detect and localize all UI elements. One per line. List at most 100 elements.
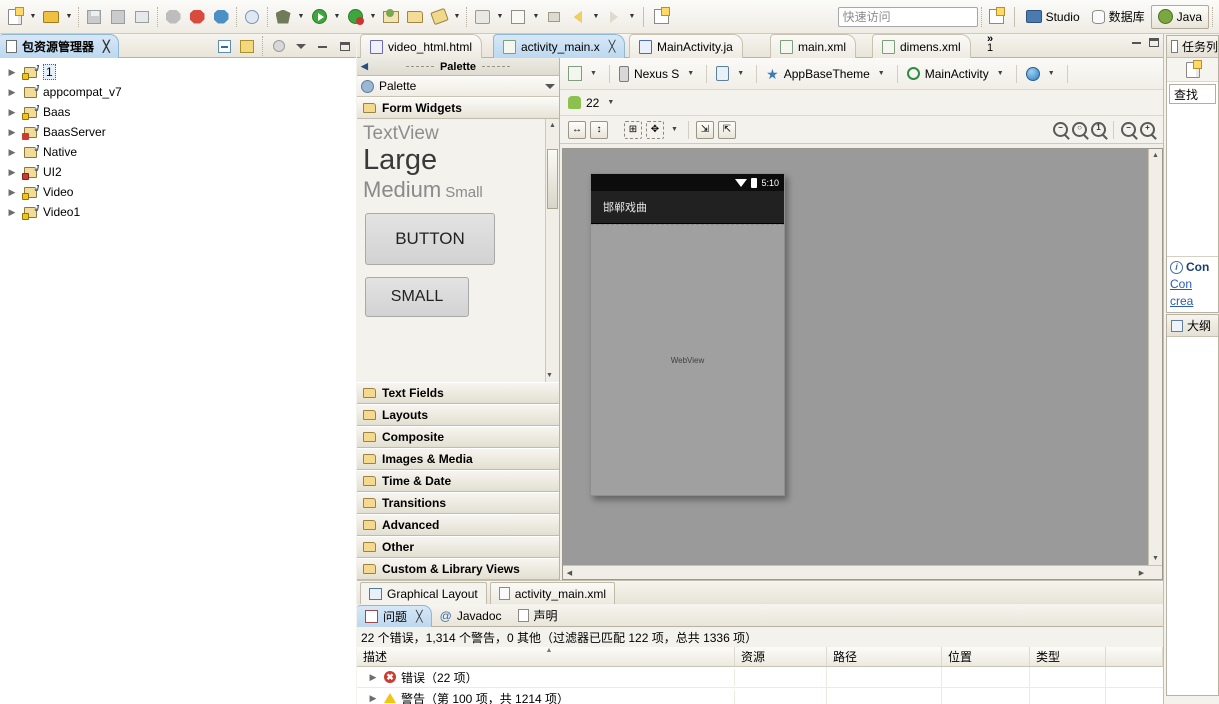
chevron-down-icon[interactable]: ▼ xyxy=(994,70,1007,77)
perspective-java[interactable]: Java xyxy=(1150,4,1209,29)
palette-item-large-text[interactable]: Large xyxy=(357,145,559,176)
palette-group-custom-library-views[interactable]: Custom & Library Views xyxy=(357,558,559,580)
forward-icon[interactable] xyxy=(602,5,626,29)
tab-main-xml[interactable]: main.xml xyxy=(770,34,857,58)
layout-variant-selector[interactable]: ▼ xyxy=(566,66,602,81)
canvas-vertical-scrollbar[interactable]: ▲ ▼ xyxy=(1148,149,1162,579)
run-config-dropdown-arrow[interactable] xyxy=(367,6,379,28)
scroll-down-icon[interactable]: ▼ xyxy=(546,369,553,382)
next-annotation-icon[interactable] xyxy=(542,5,566,29)
view-filters-icon[interactable] xyxy=(269,37,288,56)
tab-tasks[interactable]: 任务列 xyxy=(1167,36,1218,58)
column-header-resource[interactable]: 资源 xyxy=(735,647,827,666)
tree-item-project[interactable]: J Native xyxy=(0,142,356,162)
scroll-left-icon[interactable]: ◀ xyxy=(563,566,576,579)
problems-row-description[interactable]: 警告（第 100 项，共 1214 项） xyxy=(357,689,735,704)
palette-item-small-button[interactable]: SMALL xyxy=(365,277,469,318)
palette-group-time-date[interactable]: Time & Date xyxy=(357,470,559,492)
perspective-studio[interactable]: Studio xyxy=(1020,5,1086,29)
expand-arrow-icon[interactable] xyxy=(6,147,18,158)
expand-arrow-icon[interactable] xyxy=(367,693,379,704)
palette-item-small-text[interactable]: Small xyxy=(445,184,483,201)
width-fill-button[interactable]: ↔ xyxy=(568,120,586,139)
tab-activity-main-xml[interactable]: activity_main.x ╳ xyxy=(493,34,626,58)
expand-arrow-icon[interactable] xyxy=(6,107,18,118)
new-icon[interactable] xyxy=(3,5,27,29)
palette-group-transitions[interactable]: Transitions xyxy=(357,492,559,514)
maximize-icon[interactable] xyxy=(335,37,354,56)
open-task-icon[interactable] xyxy=(403,5,427,29)
tab-outline[interactable]: 大纲 xyxy=(1167,315,1218,337)
tab-mainactivity-java[interactable]: MainActivity.ja xyxy=(629,34,743,58)
baseline-align-button[interactable]: ⇲ xyxy=(695,120,714,139)
column-header-path[interactable]: 路径 xyxy=(827,647,942,666)
margins-button[interactable]: ⊞ xyxy=(624,120,642,139)
tab-video-html[interactable]: video_html.html xyxy=(360,34,483,58)
save-icon[interactable] xyxy=(82,5,106,29)
collapse-all-icon[interactable] xyxy=(215,37,234,56)
expand-arrow-icon[interactable] xyxy=(6,67,18,78)
open-dropdown-arrow[interactable] xyxy=(63,6,75,28)
tree-item-project[interactable]: J Video xyxy=(0,182,356,202)
close-icon[interactable]: ╳ xyxy=(103,40,110,53)
tree-item-project[interactable]: J Baas xyxy=(0,102,356,122)
height-fill-button[interactable]: ↕ xyxy=(590,120,608,139)
palette-scrollbar[interactable]: ▲ ▼ xyxy=(545,119,559,382)
android-sdk-manager-icon[interactable] xyxy=(161,5,185,29)
connect-link-1[interactable]: Con xyxy=(1170,277,1218,291)
expand-arrow-icon[interactable] xyxy=(6,87,18,98)
expand-arrow-icon[interactable] xyxy=(6,207,18,218)
palette-menu-icon[interactable] xyxy=(545,83,555,89)
new-task-icon[interactable] xyxy=(1185,59,1202,78)
link-with-editor-icon[interactable] xyxy=(237,37,256,56)
palette-item-button[interactable]: BUTTON xyxy=(365,213,495,266)
zoom-in-icon[interactable]: + xyxy=(1140,122,1155,137)
undo-icon[interactable] xyxy=(470,5,494,29)
open-type-icon[interactable] xyxy=(379,5,403,29)
debug-icon[interactable] xyxy=(271,5,295,29)
scroll-down-icon[interactable]: ▼ xyxy=(1149,552,1162,565)
canvas-horizontal-scrollbar[interactable]: ◀ ▶ xyxy=(563,565,1162,579)
edit-icon[interactable] xyxy=(427,5,451,29)
expand-arrow-icon[interactable] xyxy=(6,127,18,138)
tab-javadoc[interactable]: @ Javadoc xyxy=(432,605,510,627)
debug-dropdown-arrow[interactable] xyxy=(295,6,307,28)
scroll-thumb[interactable] xyxy=(547,149,558,209)
design-canvas[interactable]: 5:10 邯郸戏曲 WebView ▲ ▼ ◀ ▶ xyxy=(562,148,1163,580)
table-row[interactable]: ✖ 错误（22 项） xyxy=(357,666,1163,688)
search-dropdown-arrow[interactable] xyxy=(530,6,542,28)
edit-dropdown-arrow[interactable] xyxy=(451,6,463,28)
run-dropdown-arrow[interactable] xyxy=(331,6,343,28)
connect-link-2[interactable]: crea xyxy=(1170,294,1218,308)
gravity-button[interactable]: ✥ xyxy=(646,120,664,139)
orientation-selector[interactable]: ▼ xyxy=(714,66,749,81)
scroll-right-icon[interactable]: ▶ xyxy=(1135,566,1148,579)
palette-group-images-media[interactable]: Images & Media xyxy=(357,448,559,470)
tab-declaration[interactable]: 声明 xyxy=(510,605,566,627)
android-lint-icon[interactable] xyxy=(209,5,233,29)
palette-group-other[interactable]: Other xyxy=(357,536,559,558)
chevron-down-icon[interactable]: ▼ xyxy=(734,70,747,77)
palette-group-text-fields[interactable]: Text Fields xyxy=(357,382,559,404)
zoom-100-icon[interactable]: 1 xyxy=(1091,122,1106,137)
palette-group-layouts[interactable]: Layouts xyxy=(357,404,559,426)
expand-arrow-icon[interactable] xyxy=(6,167,18,178)
maximize-icon[interactable] xyxy=(1149,38,1159,47)
open-perspective-icon[interactable] xyxy=(985,5,1009,29)
close-icon[interactable]: ╳ xyxy=(609,40,616,53)
print-icon[interactable] xyxy=(130,5,154,29)
column-header-location[interactable]: 位置 xyxy=(942,647,1030,666)
debug-step-icon[interactable] xyxy=(240,5,264,29)
tab-package-explorer[interactable]: 包资源管理器 ╳ xyxy=(0,34,119,58)
problems-row-description[interactable]: ✖ 错误（22 项） xyxy=(357,668,735,686)
palette-group-composite[interactable]: Composite xyxy=(357,426,559,448)
undo-dropdown-arrow[interactable] xyxy=(494,6,506,28)
perspective-database[interactable]: 数据库 xyxy=(1086,5,1151,29)
device-selector[interactable]: Nexus S ▼ xyxy=(617,65,699,82)
tree-item-project[interactable]: J 1 xyxy=(0,62,356,82)
run-icon[interactable] xyxy=(307,5,331,29)
palette-group-form-widgets[interactable]: Form Widgets xyxy=(357,97,559,119)
scroll-up-icon[interactable]: ▲ xyxy=(1149,149,1162,162)
expand-arrow-icon[interactable] xyxy=(367,672,379,683)
back-dropdown-arrow[interactable] xyxy=(590,6,602,28)
